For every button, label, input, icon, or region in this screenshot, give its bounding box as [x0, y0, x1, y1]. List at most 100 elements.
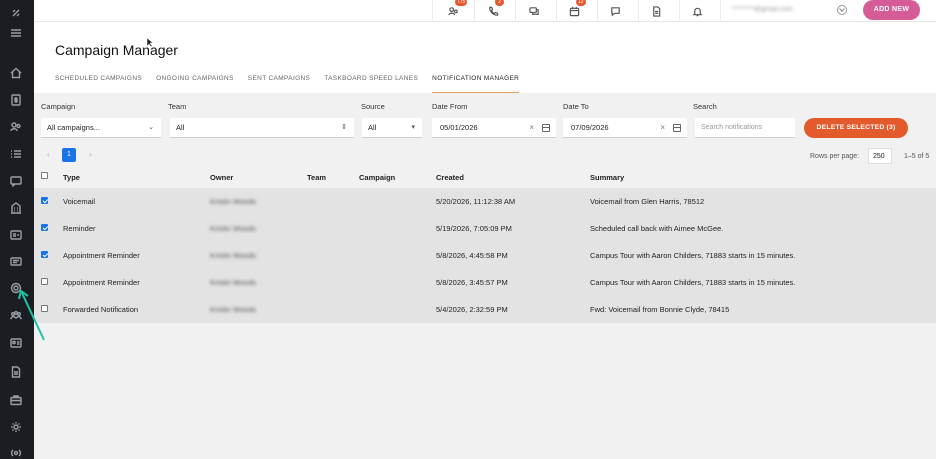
- row-checkbox[interactable]: [41, 197, 48, 204]
- row-checkbox[interactable]: [41, 305, 48, 312]
- table-row[interactable]: Forwarded Notification Kristin Woods 5/4…: [34, 296, 936, 323]
- page-number-button[interactable]: 1: [62, 148, 76, 162]
- divider: [556, 0, 557, 22]
- table-row[interactable]: Appointment Reminder Kristin Woods 5/8/2…: [34, 242, 936, 269]
- table-row[interactable]: Appointment Reminder Kristin Woods 5/8/2…: [34, 269, 936, 296]
- row-created: 5/8/2026, 4:45:58 PM: [436, 251, 508, 260]
- date-from-label: Date From: [432, 102, 468, 111]
- chevron-down-icon: ⌄: [148, 124, 154, 131]
- table-row[interactable]: Voicemail Kristin Woods 5/20/2026, 11:12…: [34, 188, 936, 215]
- divider: [597, 0, 598, 22]
- divider: [679, 0, 680, 22]
- row-type: Reminder: [63, 224, 96, 233]
- source-select[interactable]: All ▾: [362, 118, 422, 138]
- settings-icon[interactable]: [9, 420, 23, 434]
- row-summary: Fwd: Voicemail from Bonnie Clyde, 78415: [590, 305, 730, 314]
- rows-per-page-label: Rows per page:: [810, 153, 860, 160]
- divider: [720, 0, 721, 22]
- calendar-badge: 12: [576, 0, 586, 6]
- clear-icon[interactable]: ×: [529, 118, 534, 138]
- row-owner: Kristin Woods: [210, 197, 257, 206]
- header-summary[interactable]: Summary: [590, 173, 624, 182]
- tab-ongoing-campaigns[interactable]: ONGOING CAMPAIGNS: [156, 72, 234, 94]
- page-title: Campaign Manager: [55, 42, 178, 58]
- row-checkbox[interactable]: [41, 278, 48, 285]
- users-badge: 775: [455, 0, 468, 6]
- caret-down-icon: ▾: [411, 124, 415, 131]
- row-owner: Kristin Woods: [210, 224, 257, 233]
- add-new-button[interactable]: ADD NEW: [863, 0, 920, 20]
- row-created: 5/19/2026, 7:05:09 PM: [436, 224, 512, 233]
- campaign-label: Campaign: [41, 102, 76, 111]
- list-icon[interactable]: [9, 147, 23, 161]
- building-icon[interactable]: [9, 201, 23, 215]
- header-campaign[interactable]: Campaign: [359, 173, 395, 182]
- team-select[interactable]: All ⇕: [170, 118, 354, 138]
- row-created: 5/4/2026, 2:32:59 PM: [436, 305, 508, 314]
- row-checkbox[interactable]: [41, 224, 48, 231]
- search-label: Search: [693, 102, 717, 111]
- id-card-icon[interactable]: [9, 228, 23, 242]
- tab-sent-campaigns[interactable]: SENT CAMPAIGNS: [248, 72, 310, 94]
- chat-icon[interactable]: [9, 174, 23, 188]
- row-type: Appointment Reminder: [63, 251, 140, 260]
- clear-icon[interactable]: ×: [660, 118, 665, 138]
- document-icon[interactable]: [9, 365, 23, 379]
- search-input[interactable]: Search notifications: [695, 118, 795, 138]
- row-owner: Kristin Woods: [210, 251, 257, 260]
- briefcase-icon[interactable]: [9, 393, 23, 407]
- source-label: Source: [361, 102, 385, 111]
- calendar-icon[interactable]: 12: [567, 0, 586, 18]
- menu-icon[interactable]: [9, 26, 23, 40]
- delete-selected-button[interactable]: DELETE SELECTED (3): [804, 118, 908, 138]
- users-notification-icon[interactable]: 775: [446, 0, 468, 18]
- phone-badge: 2: [495, 0, 504, 6]
- phone-icon[interactable]: 2: [486, 0, 504, 18]
- select-all-checkbox[interactable]: [41, 172, 48, 179]
- tab-taskboard-speed-lanes[interactable]: TASKBOARD SPEED LANES: [324, 72, 418, 94]
- header-created[interactable]: Created: [436, 173, 464, 182]
- message-icon[interactable]: [9, 255, 23, 269]
- date-from-value: 05/01/2026: [440, 123, 478, 132]
- conversation-icon[interactable]: [527, 4, 541, 18]
- calendar-icon[interactable]: [542, 124, 550, 132]
- chat-bubble-icon[interactable]: [608, 4, 622, 18]
- header-team[interactable]: Team: [307, 173, 326, 182]
- calendar-icon[interactable]: [673, 124, 681, 132]
- logo-icon[interactable]: [9, 6, 23, 20]
- date-to-label: Date To: [563, 102, 589, 111]
- tab-scheduled-campaigns[interactable]: SCHEDULED CAMPAIGNS: [55, 72, 142, 94]
- table-row[interactable]: Reminder Kristin Woods 5/19/2026, 7:05:0…: [34, 215, 936, 242]
- header-owner[interactable]: Owner: [210, 173, 233, 182]
- date-to-input[interactable]: 07/09/2026 ×: [563, 118, 687, 138]
- radio-icon[interactable]: [9, 446, 23, 459]
- user-email[interactable]: ********@gmail.com: [732, 6, 793, 13]
- date-from-input[interactable]: 05/01/2026 ×: [432, 118, 556, 138]
- contact-card-icon[interactable]: [9, 336, 23, 350]
- row-type: Forwarded Notification: [63, 305, 139, 314]
- source-value: All: [368, 123, 377, 132]
- account-dropdown-icon[interactable]: [837, 5, 847, 15]
- target-icon[interactable]: [9, 281, 23, 295]
- group-icon[interactable]: [9, 308, 23, 322]
- document-icon[interactable]: [649, 4, 663, 18]
- row-summary: Campus Tour with Aaron Childers, 71883 s…: [590, 251, 796, 260]
- next-page-icon[interactable]: ›: [89, 150, 92, 159]
- rows-per-page-select[interactable]: 250: [868, 148, 892, 164]
- tab-notification-manager[interactable]: NOTIFICATION MANAGER: [432, 72, 520, 94]
- header-type[interactable]: Type: [63, 173, 80, 182]
- users-icon[interactable]: [9, 120, 23, 134]
- prev-page-icon[interactable]: ‹: [47, 150, 50, 159]
- sort-arrows-icon: ⇕: [341, 124, 347, 131]
- dollar-icon[interactable]: [9, 93, 23, 107]
- row-owner: Kristin Woods: [210, 278, 257, 287]
- row-summary: Campus Tour with Aaron Childers, 71883 s…: [590, 278, 796, 287]
- divider: [515, 0, 516, 22]
- pagination-range: 1–5 of 5: [904, 153, 930, 160]
- row-checkbox[interactable]: [41, 251, 48, 258]
- row-created: 5/20/2026, 11:12:38 AM: [436, 197, 516, 206]
- bell-icon[interactable]: [690, 4, 704, 18]
- campaign-select[interactable]: All campaigns... ⌄: [41, 118, 161, 138]
- home-icon[interactable]: [9, 66, 23, 80]
- top-bar: 775 2 12 ********@gmail.com ADD NEW: [34, 0, 936, 22]
